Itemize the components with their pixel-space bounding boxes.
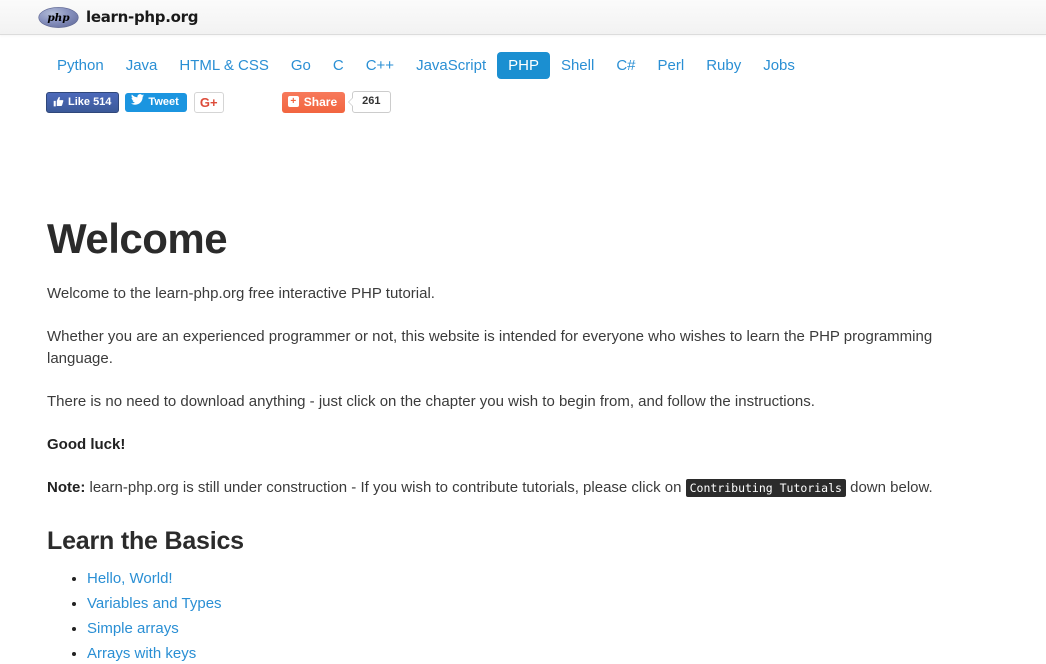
contributing-tutorials-code: Contributing Tutorials [685, 479, 846, 498]
share-button[interactable]: + Share [281, 91, 346, 113]
twitter-tweet-button[interactable]: Tweet [125, 92, 187, 112]
list-item: Hello, World! [87, 570, 992, 588]
list-item: Variables and Types [87, 595, 992, 613]
note-label: Note: [47, 479, 86, 497]
nav-item-jobs[interactable]: Jobs [752, 52, 806, 79]
section-title-learn-the-basics: Learn the Basics [47, 527, 244, 556]
nav-item-java[interactable]: Java [115, 52, 169, 79]
chapter-link-arrays-with-keys[interactable]: Arrays with keys [87, 645, 196, 662]
google-plus-icon: G+ [199, 94, 218, 110]
nav-item-python[interactable]: Python [46, 52, 115, 79]
nav-item-go[interactable]: Go [280, 52, 322, 79]
share-plus-icon: + [287, 96, 299, 107]
note-text-after: down below. [845, 479, 933, 497]
facebook-like-label: Like 514 [68, 95, 112, 108]
chapter-link-variables-and-types[interactable]: Variables and Types [87, 595, 222, 612]
main-content: Welcome Welcome to the learn-php.org fre… [47, 113, 992, 664]
nav-item-csharp[interactable]: C# [605, 52, 646, 79]
language-nav: Python Java HTML & CSS Go C C++ JavaScri… [0, 35, 1046, 79]
nav-item-perl[interactable]: Perl [647, 52, 696, 79]
thumbs-up-icon [53, 96, 64, 107]
intro-paragraph-1: Welcome to the learn-php.org free intera… [47, 285, 435, 303]
intro-paragraph-2: Whether you are an experienced programme… [47, 328, 933, 368]
good-luck-text: Good luck! [47, 436, 126, 454]
nav-item-shell[interactable]: Shell [550, 52, 605, 79]
svg-text:php: php [47, 12, 70, 24]
share-group: + Share 261 [281, 91, 391, 113]
nav-item-ruby[interactable]: Ruby [695, 52, 752, 79]
nav-item-cpp[interactable]: C++ [355, 52, 405, 79]
php-logo-icon: php [38, 6, 79, 28]
facebook-like-button[interactable]: Like 514 [46, 91, 120, 113]
nav-item-php[interactable]: PHP [497, 52, 550, 79]
page-title: Welcome [47, 215, 228, 262]
google-plus-button[interactable]: G+ [193, 91, 224, 113]
note-text-before: learn-php.org is still under constructio… [85, 479, 686, 497]
twitter-tweet-label: Tweet [148, 95, 179, 108]
list-item: Simple arrays [87, 620, 992, 638]
site-header: php learn-php.org [0, 0, 1046, 35]
nav-item-html-css[interactable]: HTML & CSS [168, 52, 279, 79]
nav-item-c[interactable]: C [322, 52, 355, 79]
chapter-link-simple-arrays[interactable]: Simple arrays [87, 620, 179, 637]
note-paragraph: Note: learn-php.org is still under const… [47, 477, 992, 499]
chapter-list: Hello, World! Variables and Types Simple… [47, 570, 992, 664]
brand-link[interactable]: php learn-php.org [38, 6, 199, 28]
social-share-row: Like 514 Tweet G+ + Share 261 [46, 91, 1046, 113]
nav-item-javascript[interactable]: JavaScript [405, 52, 497, 79]
chapter-link-hello-world[interactable]: Hello, World! [87, 570, 173, 587]
brand-name: learn-php.org [86, 8, 199, 26]
twitter-bird-icon [131, 94, 145, 109]
good-luck-paragraph: Good luck! [47, 434, 992, 456]
share-count-badge: 261 [348, 91, 391, 113]
list-item: Arrays with keys [87, 645, 992, 663]
intro-paragraph-3: There is no need to download anything - … [47, 393, 815, 411]
share-label: Share [303, 94, 338, 109]
